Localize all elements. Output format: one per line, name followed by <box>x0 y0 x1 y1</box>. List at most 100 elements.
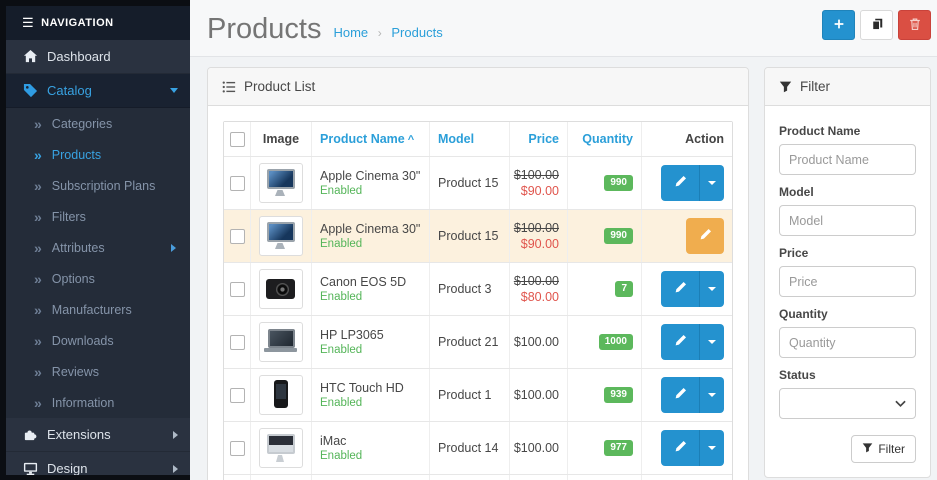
filter-status-select[interactable] <box>779 388 916 419</box>
product-status: Enabled <box>320 344 421 356</box>
filter-body: Product Name Model Price Quantity Status… <box>765 106 930 477</box>
column-action: Action <box>685 132 724 146</box>
column-price[interactable]: Price <box>528 132 559 146</box>
row-checkbox[interactable] <box>230 388 245 403</box>
edit-dropdown-toggle[interactable] <box>699 377 724 413</box>
sidebar-subitem-subscription-plans[interactable]: » Subscription Plans <box>6 170 190 201</box>
filter-input-price[interactable] <box>779 266 916 297</box>
sidebar-navigation-header: ☰ NAVIGATION <box>6 6 190 40</box>
price-old: $100.00 <box>514 221 559 235</box>
breadcrumb-current-link[interactable]: Products <box>391 25 442 40</box>
add-product-button[interactable] <box>822 10 855 40</box>
column-quantity[interactable]: Quantity <box>582 132 633 146</box>
table-row: Apple Cinema 30" Enabled Product 15 $100… <box>224 157 732 210</box>
sidebar-subitem-downloads[interactable]: » Downloads <box>6 325 190 356</box>
filter-field-label: Model <box>779 185 916 199</box>
edit-dropdown-toggle[interactable] <box>699 271 724 307</box>
pencil-icon <box>674 175 687 191</box>
sidebar-subitem-reviews[interactable]: » Reviews <box>6 356 190 387</box>
row-checkbox[interactable] <box>230 441 245 456</box>
double-chevron-icon: » <box>34 240 42 256</box>
filter-field-label: Product Name <box>779 124 916 138</box>
edit-button[interactable] <box>661 430 699 466</box>
filter-button[interactable]: Filter <box>851 435 916 463</box>
pencil-icon <box>674 281 687 297</box>
filter-heading: Filter <box>765 68 930 106</box>
hamburger-icon: ☰ <box>22 15 34 31</box>
product-model: Product 14 <box>430 422 510 474</box>
edit-dropdown-toggle[interactable] <box>699 324 724 360</box>
row-checkbox[interactable] <box>230 229 245 244</box>
sidebar-subitem-products[interactable]: » Products <box>6 139 190 170</box>
table-body: Apple Cinema 30" Enabled Product 15 $100… <box>224 157 732 480</box>
caret-down-icon <box>708 181 716 185</box>
content-area: Product List Image Product Name^ Model P… <box>190 57 937 480</box>
product-list-body: Image Product Name^ Model Price Quantity… <box>208 106 748 480</box>
product-list-panel: Product List Image Product Name^ Model P… <box>207 67 749 480</box>
product-image <box>259 163 303 203</box>
row-checkbox[interactable] <box>230 176 245 191</box>
sidebar-item-design[interactable]: Design <box>6 452 190 480</box>
price-old: $100.00 <box>514 168 559 182</box>
double-chevron-icon: » <box>34 147 42 163</box>
column-image: Image <box>263 132 299 146</box>
sidebar-subitem-categories[interactable]: » Categories <box>6 108 190 139</box>
filter-input-quantity[interactable] <box>779 327 916 358</box>
edit-button[interactable] <box>661 377 699 413</box>
edit-split-button[interactable] <box>661 324 724 360</box>
row-checkbox[interactable] <box>230 335 245 350</box>
product-image <box>259 269 303 309</box>
product-image <box>259 428 303 468</box>
caret-down-icon <box>708 446 716 450</box>
sidebar-subitem-options[interactable]: » Options <box>6 263 190 294</box>
pencil-icon <box>674 334 687 350</box>
product-model: Product 1 <box>430 369 510 421</box>
edit-split-button[interactable] <box>661 271 724 307</box>
product-status: Enabled <box>320 450 421 462</box>
product-model: Product 3 <box>430 263 510 315</box>
double-chevron-icon: » <box>34 116 42 132</box>
funnel-icon <box>779 80 792 93</box>
sidebar-item-catalog[interactable]: Catalog <box>6 74 190 108</box>
select-all-checkbox[interactable] <box>230 132 245 147</box>
edit-dropdown-toggle[interactable] <box>699 430 724 466</box>
sidebar-subitem-information[interactable]: » Information <box>6 387 190 418</box>
sidebar-subitem-manufacturers[interactable]: » Manufacturers <box>6 294 190 325</box>
table-row <box>224 475 732 480</box>
edit-dropdown-toggle[interactable] <box>699 165 724 201</box>
column-product-name[interactable]: Product Name^ <box>320 132 414 146</box>
sort-asc-icon: ^ <box>408 134 414 146</box>
table-row: HTC Touch HD Enabled Product 1 $100.00 9… <box>224 369 732 422</box>
edit-split-button[interactable] <box>661 165 724 201</box>
row-checkbox[interactable] <box>230 282 245 297</box>
price: $100.00 <box>514 335 559 349</box>
caret-down-icon <box>708 340 716 344</box>
quantity-badge: 939 <box>604 387 633 403</box>
trash-icon <box>908 17 922 34</box>
copy-button[interactable] <box>860 10 893 40</box>
column-model[interactable]: Model <box>438 132 474 146</box>
product-status: Enabled <box>320 185 421 197</box>
navigation-label: NAVIGATION <box>41 17 113 29</box>
table-row: HP LP3065 Enabled Product 21 $100.00 100… <box>224 316 732 369</box>
plus-icon <box>832 17 846 34</box>
price: $100.00 <box>514 441 559 455</box>
breadcrumb: Home › Products <box>333 20 442 46</box>
breadcrumb-home-link[interactable]: Home <box>333 25 368 40</box>
sidebar-item-dashboard[interactable]: Dashboard <box>6 40 190 74</box>
edit-button[interactable] <box>661 271 699 307</box>
edit-button-active[interactable] <box>686 218 724 254</box>
filter-input-product-name[interactable] <box>779 144 916 175</box>
edit-split-button[interactable] <box>661 377 724 413</box>
edit-split-button[interactable] <box>661 430 724 466</box>
product-image <box>259 375 303 415</box>
filter-input-model[interactable] <box>779 205 916 236</box>
product-list-heading: Product List <box>208 68 748 106</box>
sidebar-subitem-filters[interactable]: » Filters <box>6 201 190 232</box>
edit-button[interactable] <box>661 324 699 360</box>
sidebar-subitem-attributes[interactable]: » Attributes <box>6 232 190 263</box>
edit-button[interactable] <box>661 165 699 201</box>
sidebar-item-extensions[interactable]: Extensions <box>6 418 190 452</box>
delete-button[interactable] <box>898 10 931 40</box>
table-row: iMac Enabled Product 14 $100.00 977 <box>224 422 732 475</box>
